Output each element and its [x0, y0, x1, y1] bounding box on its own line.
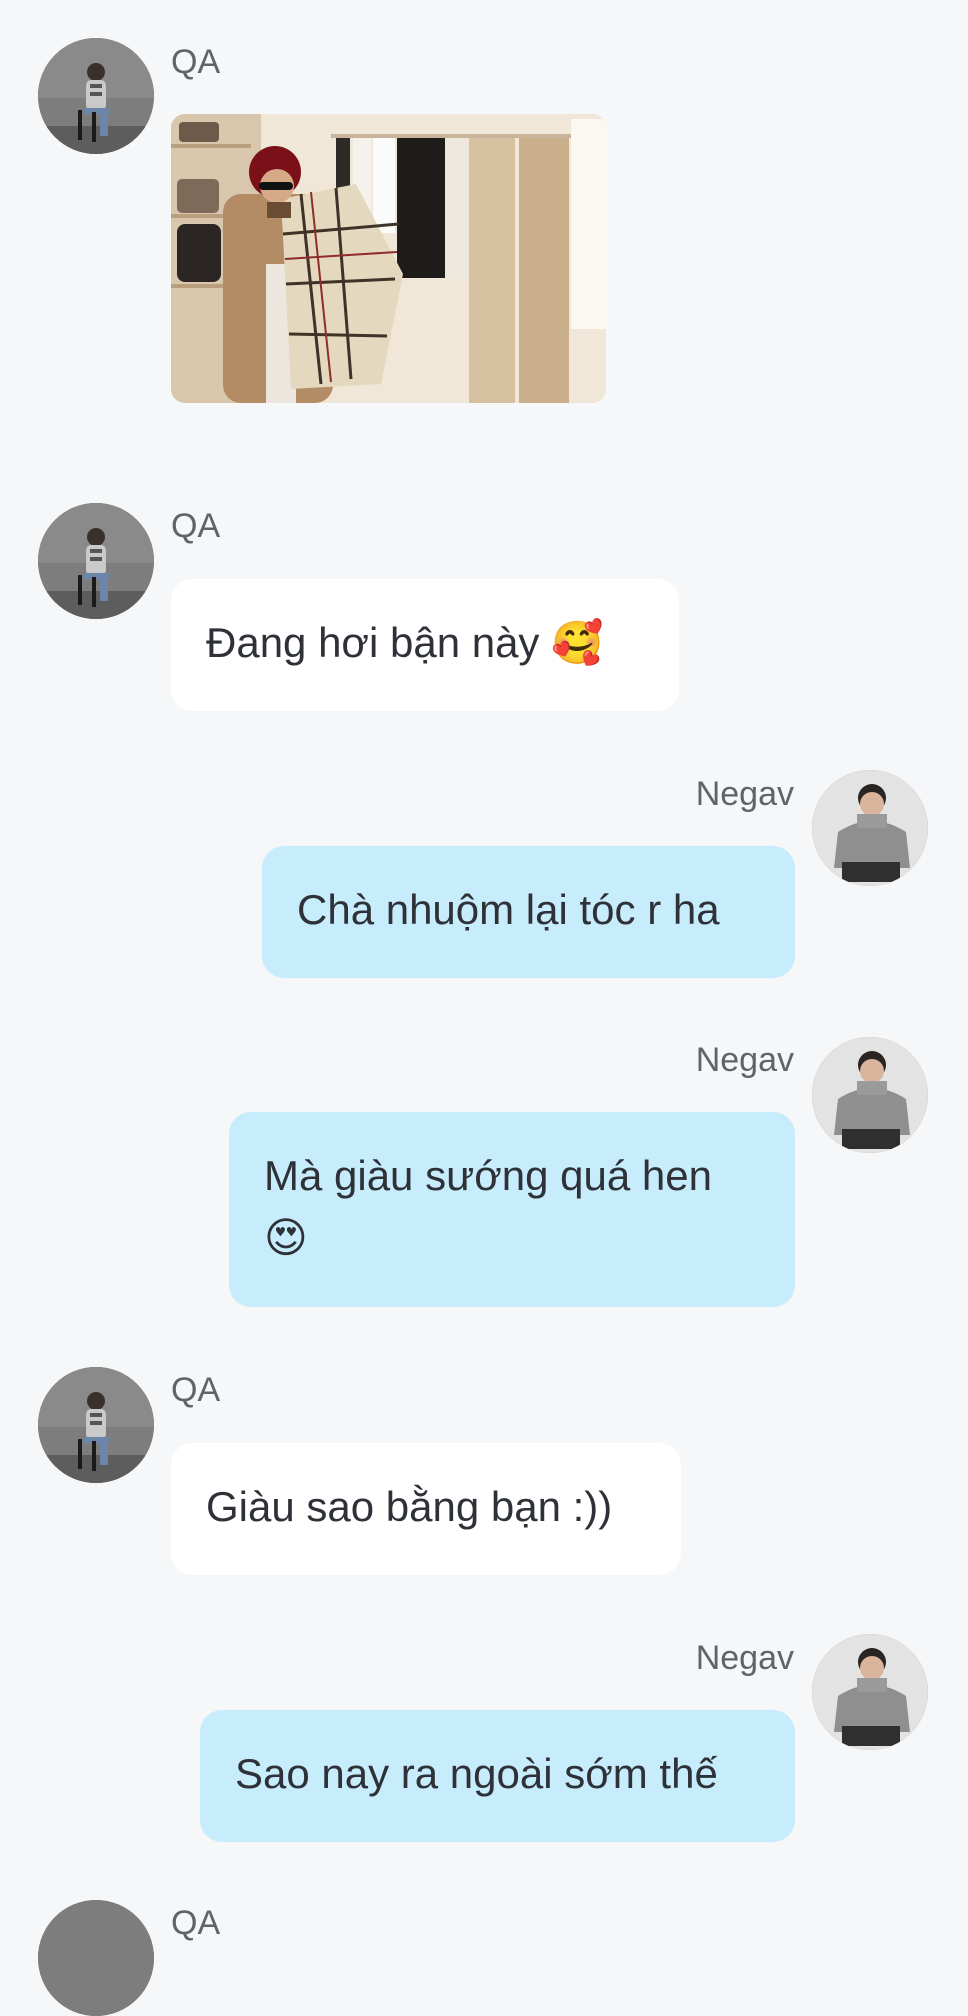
negav-avatar-icon — [812, 1037, 928, 1153]
negav-avatar[interactable] — [812, 1037, 928, 1153]
qa-avatar[interactable] — [38, 503, 154, 619]
qa-avatar[interactable] — [38, 38, 154, 154]
negav-avatar[interactable] — [812, 1634, 928, 1750]
negav-avatar[interactable] — [812, 770, 928, 886]
qa-avatar-icon — [38, 503, 154, 619]
qa-avatar-icon — [38, 38, 154, 154]
sender-name: QA — [171, 1371, 221, 1409]
sender-name: Negav — [695, 775, 794, 813]
message-text: Sao nay ra ngoài sớm thế — [235, 1750, 718, 1797]
sender-name: QA — [171, 1904, 221, 1942]
message-bubble-incoming[interactable]: Đang hơi bận này 🥰 — [171, 579, 679, 711]
message-bubble-outgoing[interactable]: Chà nhuộm lại tóc r ha — [262, 846, 795, 978]
sender-name: Negav — [695, 1639, 794, 1677]
message-text: Đang hơi bận này — [206, 619, 540, 666]
sender-name: Negav — [695, 1041, 794, 1079]
negav-avatar-icon — [812, 1634, 928, 1750]
message-text: Giàu sao bằng bạn :)) — [206, 1483, 613, 1530]
message-bubble-incoming[interactable]: Giàu sao bằng bạn :)) — [171, 1443, 681, 1575]
message-bubble-outgoing[interactable]: Sao nay ra ngoài sớm thế — [200, 1710, 795, 1842]
sender-name: QA — [171, 43, 221, 81]
message-image[interactable] — [171, 114, 606, 403]
heart-eyes-icon: 😍 — [264, 1213, 308, 1262]
image-photo — [171, 114, 606, 403]
message-text: Mà giàu sướng quá hen — [264, 1152, 712, 1199]
message-bubble-outgoing[interactable]: Mà giàu sướng quá hen 😍 — [229, 1112, 795, 1307]
qa-avatar[interactable] — [38, 1900, 154, 2016]
qa-avatar[interactable] — [38, 1367, 154, 1483]
negav-avatar-icon — [812, 770, 928, 886]
qa-avatar-icon — [38, 1367, 154, 1483]
qa-avatar-icon — [38, 1900, 154, 2016]
smiling-face-with-hearts-icon: 🥰 — [551, 618, 604, 667]
message-text: Chà nhuộm lại tóc r ha — [297, 886, 720, 933]
sender-name: QA — [171, 507, 221, 545]
